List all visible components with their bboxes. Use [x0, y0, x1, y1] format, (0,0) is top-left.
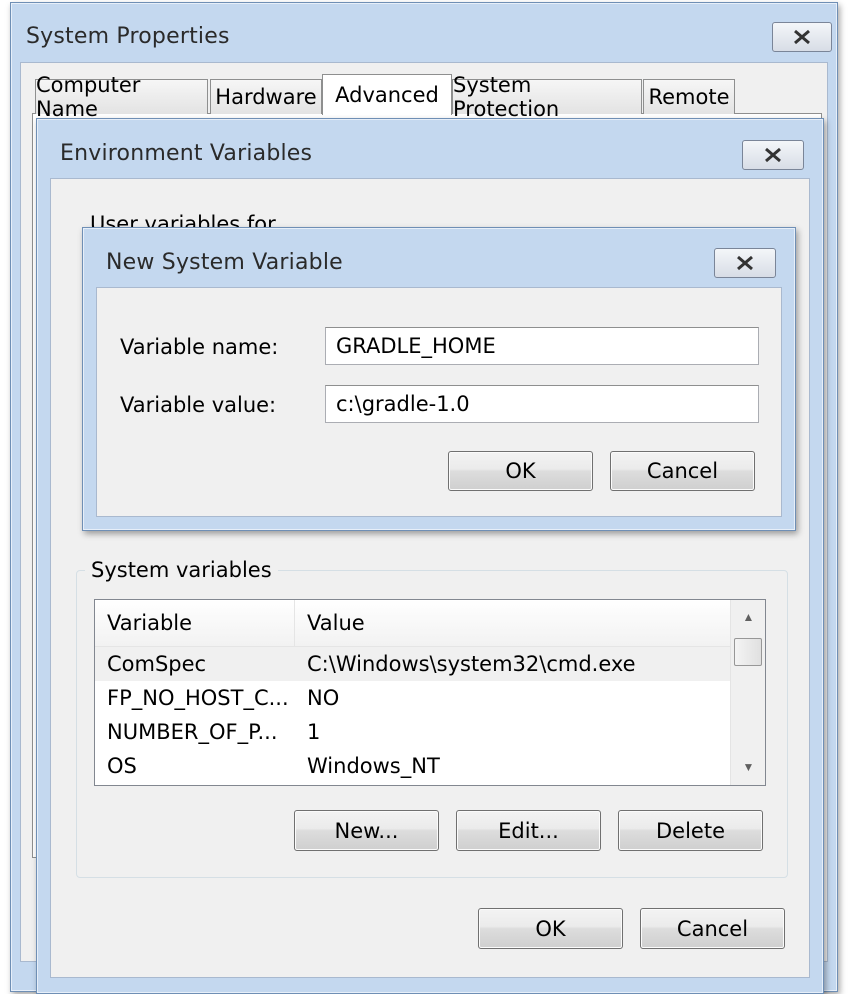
- new-system-variable-close-button[interactable]: [714, 248, 776, 278]
- close-icon: [765, 147, 781, 163]
- list-header: Variable Value: [95, 600, 731, 647]
- tab-hardware[interactable]: Hardware: [210, 79, 322, 114]
- row-value: 1: [307, 720, 321, 744]
- close-icon: [794, 29, 810, 45]
- new-system-variable-title: New System Variable: [106, 250, 343, 275]
- system-properties-title: System Properties: [26, 24, 230, 49]
- scrollbar-thumb[interactable]: [734, 638, 762, 666]
- row-variable: NUMBER_OF_P...: [107, 720, 278, 744]
- new-variable-ok-button[interactable]: OK: [448, 451, 593, 491]
- tab-remote[interactable]: Remote: [643, 79, 735, 114]
- new-variable-cancel-button[interactable]: Cancel: [610, 451, 755, 491]
- tab-computer-name[interactable]: Computer Name: [35, 73, 208, 121]
- system-properties-close-button[interactable]: [772, 22, 832, 52]
- row-variable: ComSpec: [107, 652, 207, 676]
- row-value: Windows_NT: [307, 754, 440, 778]
- variable-value-label: Variable value:: [120, 393, 277, 417]
- scroll-up-arrow-icon[interactable]: ▲: [731, 600, 766, 634]
- variable-name-input[interactable]: GRADLE_HOME: [325, 327, 759, 365]
- row-variable: FP_NO_HOST_C...: [107, 686, 289, 710]
- environment-variables-title: Environment Variables: [60, 141, 313, 166]
- table-row[interactable]: FP_NO_HOST_C... NO: [95, 681, 731, 715]
- column-header-variable[interactable]: Variable: [95, 600, 295, 646]
- tab-system-protection[interactable]: System Protection: [452, 73, 642, 121]
- table-row[interactable]: OS Windows_NT: [95, 749, 731, 783]
- table-row[interactable]: NUMBER_OF_P... 1: [95, 715, 731, 749]
- table-row[interactable]: ComSpec C:\Windows\system32\cmd.exe: [95, 647, 731, 681]
- scroll-down-arrow-icon[interactable]: ▼: [731, 750, 766, 784]
- delete-variable-button[interactable]: Delete: [618, 810, 763, 851]
- row-value: C:\Windows\system32\cmd.exe: [307, 652, 636, 676]
- row-variable: OS: [107, 754, 137, 778]
- tab-advanced[interactable]: Advanced: [322, 74, 452, 115]
- system-variables-label: System variables: [85, 558, 278, 582]
- variable-value-input[interactable]: c:\gradle-1.0: [325, 385, 759, 423]
- column-header-value[interactable]: Value: [295, 600, 731, 646]
- environment-variables-close-button[interactable]: [742, 140, 804, 170]
- system-variables-list[interactable]: Variable Value ComSpec C:\Windows\system…: [94, 599, 766, 786]
- row-value: NO: [307, 686, 340, 710]
- close-icon: [737, 255, 753, 271]
- vertical-scrollbar[interactable]: ▲ ▼: [730, 600, 765, 785]
- new-variable-button[interactable]: New...: [294, 810, 439, 851]
- edit-variable-button[interactable]: Edit...: [456, 810, 601, 851]
- variable-name-label: Variable name:: [120, 335, 279, 359]
- environment-cancel-button[interactable]: Cancel: [640, 908, 785, 949]
- environment-ok-button[interactable]: OK: [478, 908, 623, 949]
